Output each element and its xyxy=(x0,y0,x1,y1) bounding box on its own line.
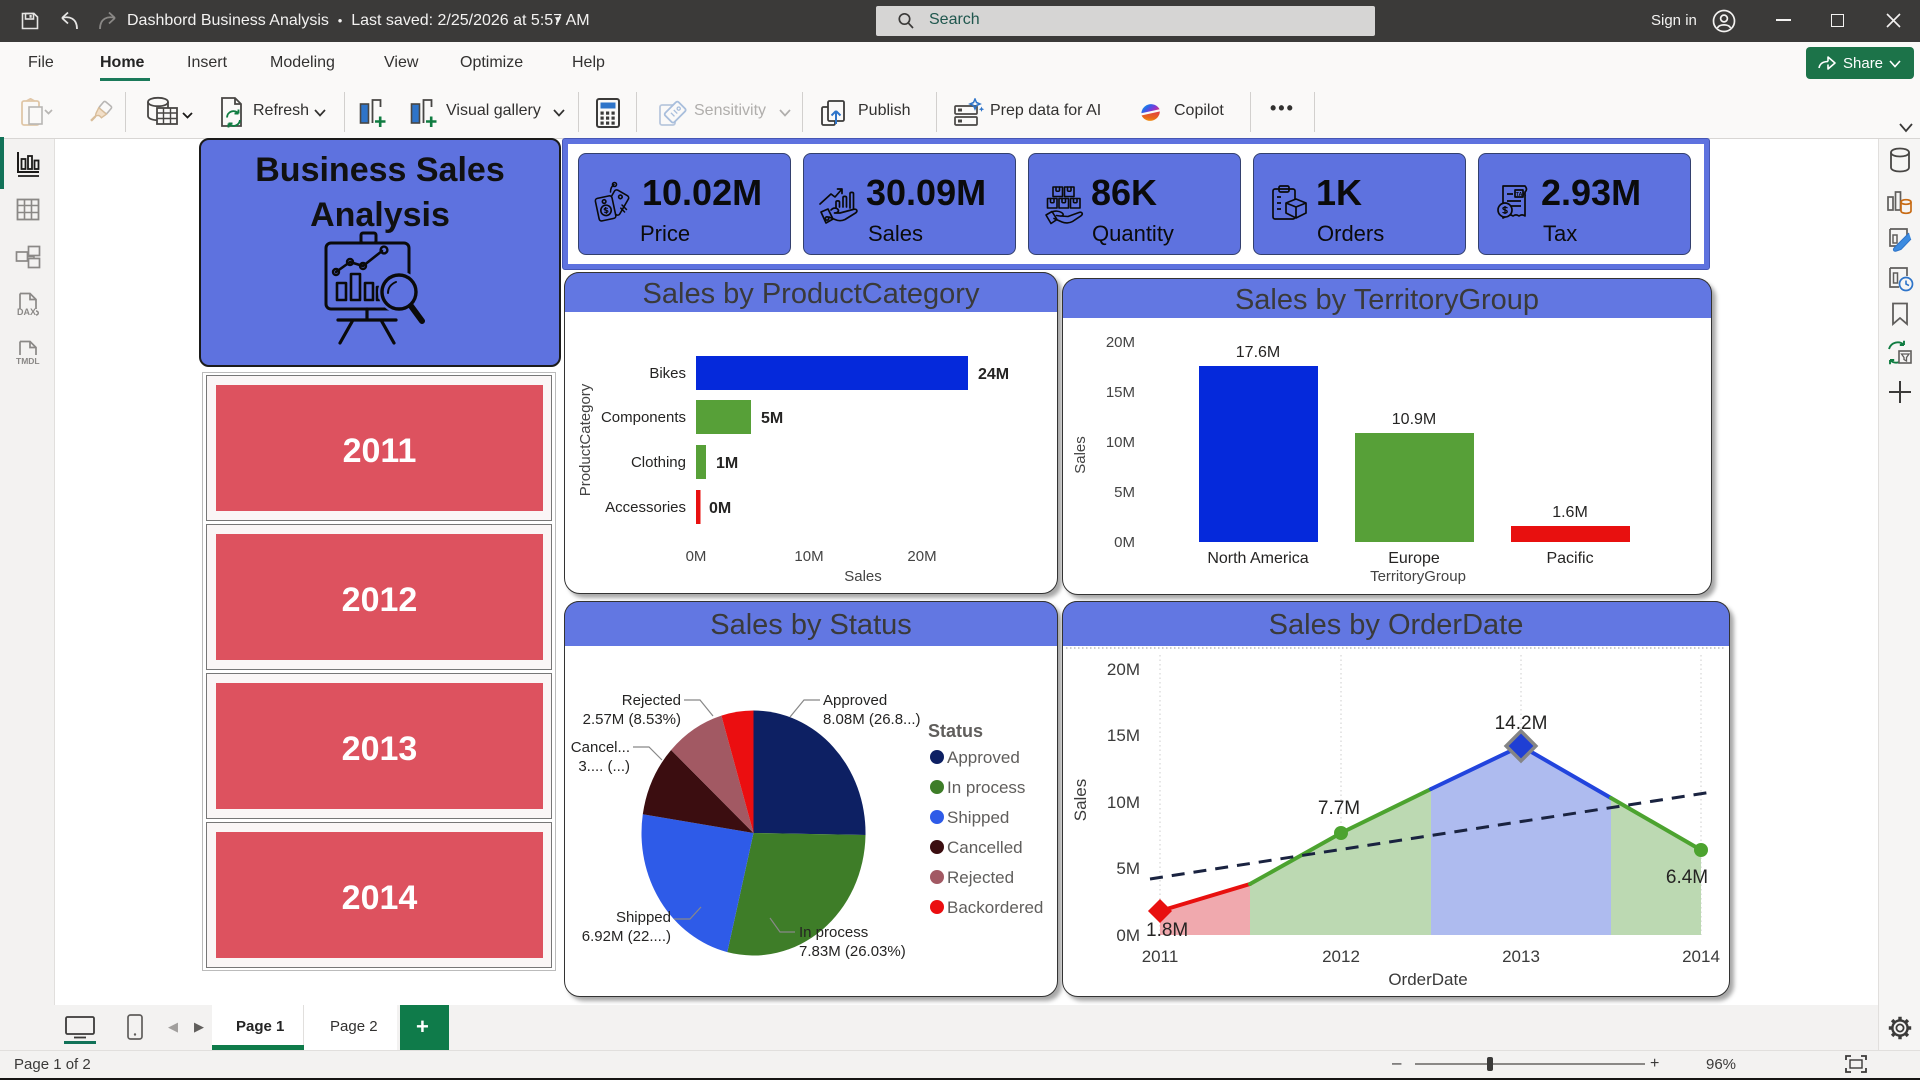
svg-text:2012: 2012 xyxy=(1322,947,1360,966)
svg-text:Accessories: Accessories xyxy=(605,499,686,516)
svg-text:3.... (...): 3.... (...) xyxy=(578,758,630,775)
svg-text:Approved: Approved xyxy=(947,748,1020,767)
svg-text:Status: Status xyxy=(928,721,983,741)
svg-text:0M: 0M xyxy=(686,548,707,565)
svg-text:Clothing: Clothing xyxy=(631,454,686,471)
svg-text:10M: 10M xyxy=(794,548,823,565)
svg-text:10.9M: 10.9M xyxy=(1392,411,1436,428)
svg-text:ProductCategory: ProductCategory xyxy=(577,383,594,496)
svg-text:Rejected: Rejected xyxy=(947,868,1014,887)
svg-text:TerritoryGroup: TerritoryGroup xyxy=(1370,568,1466,585)
svg-text:10M: 10M xyxy=(1107,793,1140,812)
svg-text:Backordered: Backordered xyxy=(947,898,1043,917)
svg-text:1.6M: 1.6M xyxy=(1552,504,1588,521)
svg-text:0M: 0M xyxy=(1114,534,1135,551)
svg-text:Approved: Approved xyxy=(823,692,887,709)
svg-text:20M: 20M xyxy=(907,548,936,565)
svg-text:TAX: TAX xyxy=(1516,192,1527,198)
svg-text:24M: 24M xyxy=(978,366,1009,383)
svg-text:Europe: Europe xyxy=(1388,550,1440,567)
svg-text:Sales: Sales xyxy=(1072,436,1089,474)
svg-text:5M: 5M xyxy=(761,410,783,427)
svg-text:20M: 20M xyxy=(1106,334,1135,351)
svg-text:Cancel...: Cancel... xyxy=(571,739,630,756)
svg-text:North America: North America xyxy=(1207,550,1308,567)
svg-text:8.08M (26.8...): 8.08M (26.8...) xyxy=(823,711,921,728)
svg-text:TMDL: TMDL xyxy=(16,356,40,366)
svg-text:Bikes: Bikes xyxy=(649,365,686,382)
svg-text:DAX: DAX xyxy=(17,307,36,317)
svg-text:10M: 10M xyxy=(1106,434,1135,451)
svg-text:Cancelled: Cancelled xyxy=(947,838,1023,857)
svg-text:14.2M: 14.2M xyxy=(1495,713,1548,734)
svg-text:2014: 2014 xyxy=(1682,947,1720,966)
svg-text:2.57M (8.53%): 2.57M (8.53%) xyxy=(583,711,681,728)
svg-text:In process: In process xyxy=(947,778,1025,797)
svg-text:6.4M: 6.4M xyxy=(1666,867,1708,888)
svg-text:6.92M (22....): 6.92M (22....) xyxy=(582,928,671,945)
svg-text:Sales: Sales xyxy=(844,568,882,585)
svg-text:7.83M (26.03%): 7.83M (26.03%) xyxy=(799,943,906,960)
svg-text:1.8M: 1.8M xyxy=(1146,920,1188,941)
svg-text:Shipped: Shipped xyxy=(947,808,1009,827)
svg-text:Shipped: Shipped xyxy=(616,909,671,926)
svg-text:5M: 5M xyxy=(1114,484,1135,501)
svg-text:Pacific: Pacific xyxy=(1546,550,1593,567)
svg-text:Rejected: Rejected xyxy=(622,692,681,709)
svg-text:20M: 20M xyxy=(1107,660,1140,679)
svg-text:5M: 5M xyxy=(1116,859,1140,878)
svg-text:OrderDate: OrderDate xyxy=(1388,970,1467,989)
svg-text:2011: 2011 xyxy=(1142,947,1179,966)
svg-text:0M: 0M xyxy=(1116,926,1140,945)
svg-text:15M: 15M xyxy=(1106,384,1135,401)
svg-text:7.7M: 7.7M xyxy=(1318,798,1360,819)
svg-text:17.6M: 17.6M xyxy=(1236,344,1280,361)
svg-text:Sales: Sales xyxy=(1071,779,1090,822)
svg-text:In process: In process xyxy=(799,924,868,941)
svg-text:15M: 15M xyxy=(1107,726,1140,745)
svg-text:0M: 0M xyxy=(709,500,731,517)
svg-text:2013: 2013 xyxy=(1502,947,1540,966)
svg-text:Components: Components xyxy=(601,409,686,426)
svg-text:1M: 1M xyxy=(716,455,738,472)
